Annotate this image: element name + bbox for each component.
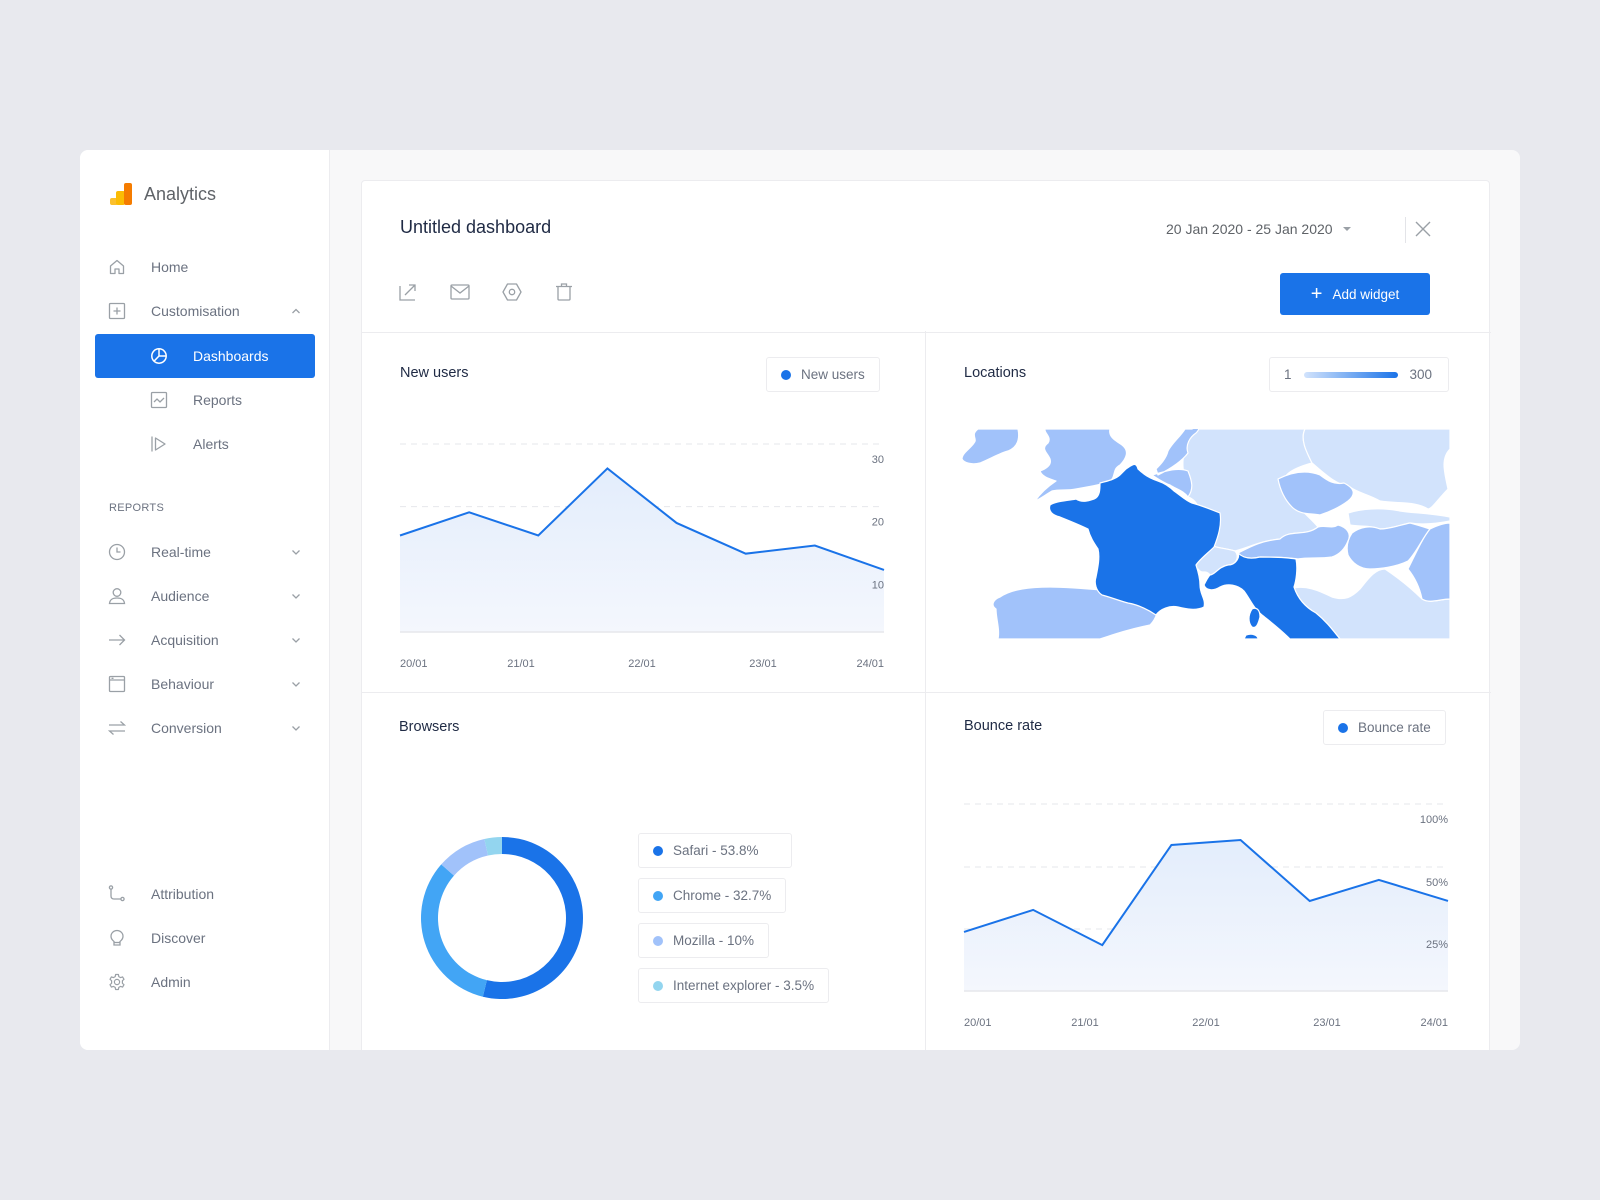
line-chart-icon — [150, 391, 168, 409]
arrow-right-icon — [108, 631, 126, 649]
sidebar-item-behaviour[interactable]: Behaviour — [80, 662, 330, 706]
pie-chart-icon — [150, 347, 168, 365]
x-tick-label: 21/01 — [1071, 1017, 1099, 1029]
sidebar-item-label: Alerts — [193, 436, 229, 452]
sidebar-item-label: Reports — [193, 392, 243, 408]
section-label-reports: REPORTS — [109, 502, 165, 514]
route-icon — [108, 885, 126, 903]
sidebar-item-label: Attribution — [151, 886, 215, 902]
sidebar-item-customisation[interactable]: Customisation — [80, 289, 330, 333]
clock-icon — [108, 543, 126, 561]
plus-square-icon — [108, 302, 126, 320]
y-tick-label: 50% — [1426, 877, 1448, 889]
sidebar-item-acquisition[interactable]: Acquisition — [80, 618, 330, 662]
sidebar-item-label: Conversion — [151, 720, 222, 736]
x-tick-label: 20/01 — [964, 1017, 992, 1029]
sidebar-item-admin[interactable]: Admin — [80, 960, 330, 1004]
browser-window-icon — [108, 675, 126, 693]
sidebar-item-attribution[interactable]: Attribution — [80, 872, 330, 916]
lightbulb-icon — [108, 929, 126, 947]
y-tick-label: 25% — [1426, 939, 1448, 951]
x-tick-label: 23/01 — [1313, 1017, 1341, 1029]
bounce-rate-chart: 100% 50% 25% 20/01 21/01 22/01 23/01 24/01 — [963, 803, 1449, 1029]
sidebar-item-home[interactable]: Home — [80, 245, 330, 289]
sidebar-item-label: Admin — [151, 974, 191, 990]
sidebar-item-conversion[interactable]: Conversion — [80, 706, 330, 750]
chevron-up-icon[interactable] — [290, 305, 302, 317]
sidebar-item-label: Acquisition — [151, 632, 219, 648]
analytics-bars-icon — [110, 183, 132, 205]
sidebar-item-label: Home — [151, 259, 189, 275]
sidebar-item-label: Customisation — [151, 303, 240, 319]
sidebar-item-label: Audience — [151, 588, 210, 604]
chevron-down-icon[interactable] — [290, 722, 302, 734]
sidebar-item-alerts[interactable]: Alerts — [80, 422, 330, 466]
chevron-down-icon[interactable] — [290, 546, 302, 558]
sidebar: Analytics Home Customisation Dashboards — [80, 150, 330, 1050]
chevron-down-icon[interactable] — [290, 590, 302, 602]
sidebar-item-reports[interactable]: Reports — [80, 378, 330, 422]
sidebar-item-audience[interactable]: Audience — [80, 574, 330, 618]
app-window: Analytics Home Customisation Dashboards — [80, 150, 1520, 1050]
y-tick-label: 100% — [1420, 814, 1448, 826]
area-fill — [964, 840, 1448, 991]
sidebar-item-label: Behaviour — [151, 676, 215, 692]
app-logo[interactable]: Analytics — [110, 183, 216, 205]
gear-icon — [108, 973, 126, 991]
sidebar-item-dashboards[interactable]: Dashboards — [95, 334, 315, 378]
user-icon — [108, 587, 126, 605]
sidebar-item-label: Real-time — [151, 544, 211, 560]
sidebar-item-label: Discover — [151, 930, 206, 946]
x-tick-label: 22/01 — [1192, 1017, 1220, 1029]
sidebar-item-label: Dashboards — [193, 348, 269, 364]
chevron-down-icon[interactable] — [290, 634, 302, 646]
app-name: Analytics — [144, 183, 217, 204]
x-tick-label: 24/01 — [1420, 1017, 1448, 1029]
flag-icon — [150, 435, 168, 453]
chevron-down-icon[interactable] — [290, 678, 302, 690]
sidebar-item-discover[interactable]: Discover — [80, 916, 330, 960]
swap-arrows-icon — [108, 719, 126, 737]
dashboard-card: Untitled dashboard 20 Jan 2020 - 25 Jan … — [361, 180, 1491, 1050]
home-icon — [108, 258, 126, 276]
sidebar-item-real-time[interactable]: Real-time — [80, 530, 330, 574]
